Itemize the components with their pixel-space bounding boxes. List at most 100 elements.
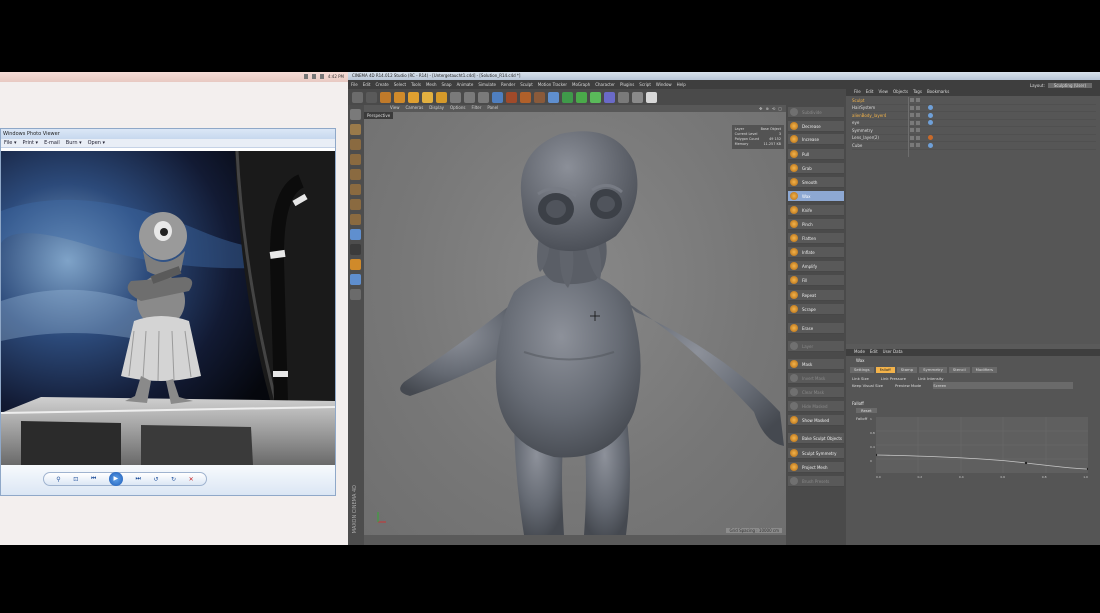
menu-window[interactable]: Window (656, 82, 672, 87)
texture-mode-icon[interactable] (350, 154, 361, 165)
previous-icon[interactable]: ⏮ (91, 475, 96, 483)
tool-subdivide[interactable]: Subdivide (788, 107, 844, 118)
render-settings-icon[interactable] (534, 91, 545, 103)
tool-show-masked[interactable]: Show Masked (788, 415, 844, 426)
light-icon[interactable] (646, 91, 657, 103)
locked-workplane-icon[interactable] (350, 274, 361, 285)
tray-icon[interactable] (303, 74, 308, 79)
viewport-canvas[interactable] (364, 112, 786, 535)
delete-icon[interactable]: ✕ (189, 476, 194, 483)
enable-icon[interactable] (916, 105, 920, 110)
recent-tools-icon[interactable] (436, 91, 447, 103)
array-icon[interactable] (590, 91, 601, 103)
snap-icon[interactable] (350, 259, 361, 270)
tool-decrease[interactable]: Decrease (788, 121, 844, 132)
viewport-menu-panel[interactable]: Panel (487, 105, 498, 112)
x-axis-icon[interactable] (450, 91, 461, 103)
viewport-name[interactable]: Perspective (364, 112, 394, 119)
make-editable-icon[interactable] (350, 109, 361, 120)
enable-icon[interactable] (916, 143, 920, 148)
material-tag-icon[interactable] (928, 112, 933, 118)
tool-invert-mask[interactable]: Invert Mask (788, 373, 844, 384)
menu-select[interactable]: Select (394, 82, 406, 87)
object-row[interactable]: Sculpt (852, 97, 1096, 105)
tool-wax[interactable]: Wax (788, 191, 844, 202)
points-mode-icon[interactable] (350, 184, 361, 195)
om-menu-file[interactable]: File (854, 89, 861, 96)
rotate-icon[interactable] (422, 91, 433, 103)
menu-sculpt[interactable]: Sculpt (520, 82, 533, 87)
tool-fill[interactable]: Fill (788, 275, 844, 286)
visibility-icon[interactable] (910, 143, 914, 148)
viewport-menu-cameras[interactable]: Cameras (406, 105, 424, 112)
am-menu-mode[interactable]: Mode (854, 349, 865, 356)
visibility-icon[interactable] (910, 128, 914, 133)
object-row[interactable]: HairSystem (852, 105, 1096, 112)
visibility-icon[interactable] (910, 120, 914, 125)
email-button[interactable]: E-mail (44, 140, 60, 146)
link-intensity-checkbox[interactable]: Link Intensity (918, 375, 944, 382)
maximize-icon[interactable]: ▢ (778, 106, 782, 111)
material-tag-icon[interactable] (928, 142, 933, 148)
cube-icon[interactable] (548, 91, 559, 103)
redo-icon[interactable] (366, 91, 377, 103)
enable-icon[interactable] (916, 120, 920, 125)
falloff-curve-graph[interactable] (874, 417, 1090, 473)
undo-icon[interactable] (352, 91, 363, 103)
menu-file[interactable]: File (351, 82, 358, 87)
open-menu[interactable]: Open ▾ (88, 140, 105, 146)
object-row[interactable]: Cube (852, 142, 1096, 150)
move-icon[interactable] (394, 91, 405, 103)
tool-inflate[interactable]: Inflate (788, 247, 844, 258)
tab-falloff[interactable]: Falloff (875, 367, 895, 373)
tool-pull[interactable]: Pull (788, 149, 844, 160)
tool-smooth[interactable]: Smooth (788, 177, 844, 188)
print-menu[interactable]: Print ▾ (22, 140, 38, 146)
menu-mesh[interactable]: Mesh (426, 82, 437, 87)
edges-mode-icon[interactable] (350, 199, 361, 210)
om-menu-edit[interactable]: Edit (866, 89, 874, 96)
orbit-icon[interactable]: ⟲ (772, 106, 775, 111)
menu-simulate[interactable]: Simulate (478, 82, 496, 87)
camera-icon[interactable] (632, 91, 643, 103)
enable-icon[interactable] (916, 135, 920, 140)
visibility-icon[interactable] (910, 135, 914, 140)
pan-icon[interactable]: ✥ (759, 106, 762, 111)
am-menu-user-data[interactable]: User Data (883, 349, 903, 356)
column-divider[interactable] (908, 97, 909, 157)
tab-settings[interactable]: Settings (850, 367, 874, 373)
scale-icon[interactable] (408, 91, 419, 103)
coordinate-system-icon[interactable] (492, 91, 503, 103)
layout-dropdown[interactable]: Sculpting (User) (1047, 83, 1092, 88)
tray-icon[interactable] (311, 74, 316, 79)
tool-scrape[interactable]: Scrape (788, 304, 844, 315)
tool-brush-presets[interactable]: Brush Presets (788, 476, 844, 487)
render-view-icon[interactable] (506, 91, 517, 103)
menu-animate[interactable]: Animate (457, 82, 474, 87)
visibility-icon[interactable] (910, 105, 914, 110)
perspective-viewport[interactable]: View Cameras Display Options Filter Pane… (364, 105, 786, 535)
viewport-menu-options[interactable]: Options (450, 105, 465, 112)
tweak-mode-icon[interactable] (350, 244, 361, 255)
tab-symmetry[interactable]: Symmetry (919, 367, 947, 373)
display-tag-icon[interactable] (928, 135, 933, 141)
tool-mask[interactable]: Mask (788, 359, 844, 370)
om-menu-view[interactable]: View (878, 89, 888, 96)
tool-increase[interactable]: Increase (788, 134, 844, 145)
tool-grab[interactable]: Grab (788, 163, 844, 174)
enable-icon[interactable] (916, 98, 920, 103)
zoom-icon[interactable]: ⊕ (766, 106, 769, 111)
link-pressure-checkbox[interactable]: Link Pressure (881, 375, 906, 382)
planar-workplane-icon[interactable] (350, 289, 361, 300)
live-selection-icon[interactable] (380, 91, 391, 103)
menu-script[interactable]: Script (639, 82, 651, 87)
tool-knife[interactable]: Knife (788, 205, 844, 216)
tool-bake-sculpt-objects[interactable]: Bake Sculpt Objects (788, 433, 844, 444)
polygons-mode-icon[interactable] (350, 214, 361, 225)
nurbs-icon[interactable] (576, 91, 587, 103)
scene-icon[interactable] (618, 91, 629, 103)
zoom-icon[interactable]: ⚲ (56, 476, 60, 483)
render-picture-viewer-icon[interactable] (520, 91, 531, 103)
tab-modifiers[interactable]: Modifiers (971, 367, 998, 373)
object-row[interactable]: alienBody_layer4 (852, 112, 1096, 120)
